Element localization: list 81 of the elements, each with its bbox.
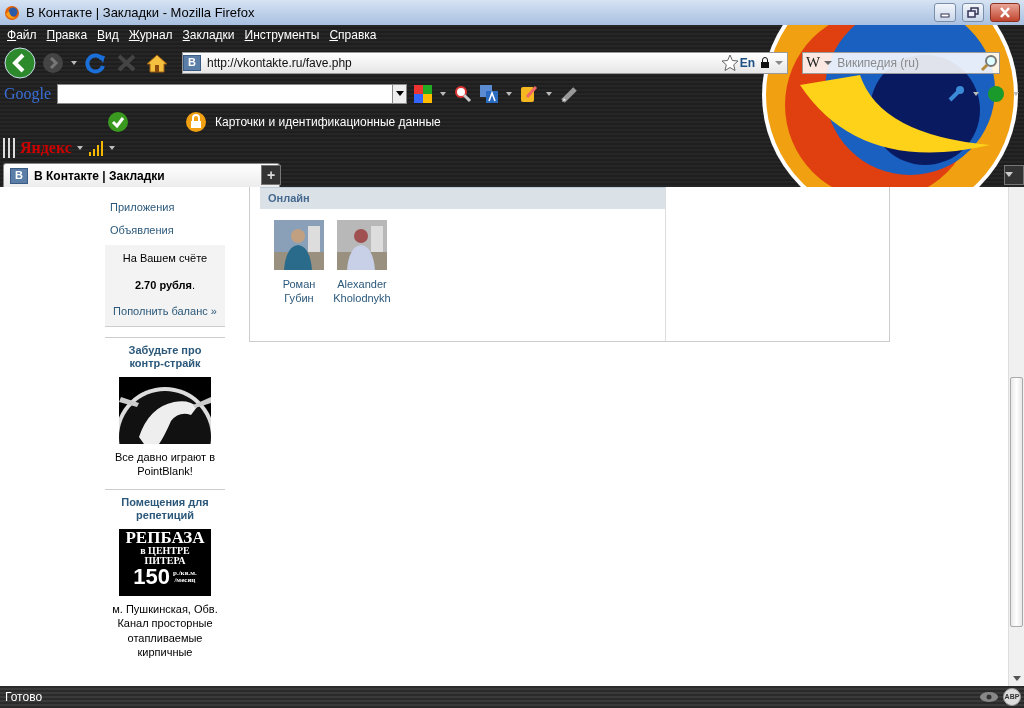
dropdown-caret-icon[interactable] bbox=[972, 90, 980, 98]
dropdown-caret-icon[interactable] bbox=[505, 90, 514, 98]
dropdown-button[interactable] bbox=[392, 85, 407, 103]
status-text: Готово bbox=[5, 689, 44, 706]
friend-last-name[interactable]: Kholodnykh bbox=[333, 290, 391, 306]
top-up-link[interactable]: Пополнить баланс » bbox=[105, 303, 225, 320]
friend-last-name[interactable]: Губин bbox=[282, 290, 316, 306]
caret-icon bbox=[1005, 172, 1013, 178]
scroll-down-icon[interactable] bbox=[1010, 673, 1024, 683]
dropdown-caret-icon[interactable] bbox=[439, 90, 448, 98]
search-bar[interactable]: W Википедия (ru) bbox=[802, 51, 1000, 74]
section-header: Онлайн bbox=[260, 187, 665, 209]
magnifier-icon[interactable] bbox=[453, 84, 474, 104]
dropdown-caret-icon[interactable] bbox=[1012, 90, 1020, 98]
banner-price: 150 bbox=[133, 566, 170, 589]
language-indicator[interactable]: En bbox=[739, 53, 759, 72]
restore-icon bbox=[967, 7, 979, 18]
toolbar-search-field[interactable] bbox=[57, 84, 408, 104]
menu-item[interactable]: Вид bbox=[92, 26, 124, 44]
google-logo: Google bbox=[4, 84, 52, 105]
search-field[interactable]: Википедия (ru) bbox=[833, 53, 979, 72]
menu-item[interactable]: Инструменты bbox=[239, 26, 325, 44]
ad-title[interactable]: Забудьте про контр-страйк bbox=[117, 343, 213, 371]
menu-item[interactable]: Закладки bbox=[177, 26, 240, 44]
check-icon[interactable] bbox=[107, 110, 129, 133]
friend-first-name[interactable]: Alexander bbox=[333, 276, 391, 291]
reload-icon[interactable] bbox=[84, 51, 108, 74]
caret-icon[interactable] bbox=[823, 58, 834, 67]
close-button[interactable] bbox=[990, 3, 1020, 22]
friend-first-name[interactable]: Роман bbox=[282, 276, 316, 291]
status-dot-icon bbox=[986, 84, 1006, 104]
close-icon bbox=[999, 7, 1011, 18]
ad-text: Все давно играют в PointBlank! bbox=[114, 450, 216, 479]
menu-item[interactable]: Справка bbox=[324, 26, 382, 44]
colored-squares-icon[interactable] bbox=[413, 84, 434, 104]
browser-logo-icon bbox=[4, 4, 20, 21]
history-dropdown-icon[interactable] bbox=[70, 58, 78, 67]
sidebar-link[interactable]: Приложения bbox=[105, 196, 225, 219]
new-tab-button[interactable]: + bbox=[261, 165, 281, 185]
balance-caption: На Вашем счёте bbox=[121, 251, 209, 266]
search-engine-icon[interactable]: W bbox=[803, 51, 824, 74]
restore-button[interactable] bbox=[962, 3, 984, 22]
ad-title[interactable]: Помещения для репетиций bbox=[117, 495, 213, 524]
menu-item[interactable]: Файл bbox=[2, 26, 42, 44]
window-title: В Контакте | Закладки - Mozilla Firefox bbox=[26, 3, 256, 22]
scrollbar-thumb[interactable] bbox=[1010, 377, 1023, 627]
forward-button[interactable] bbox=[42, 51, 64, 74]
menu-item[interactable]: Журнал bbox=[123, 26, 178, 44]
lock-icon bbox=[759, 56, 771, 69]
dropdown-caret-icon[interactable] bbox=[75, 143, 84, 152]
signal-bars-icon bbox=[87, 139, 104, 156]
back-button[interactable] bbox=[4, 46, 36, 79]
home-icon[interactable] bbox=[146, 52, 168, 73]
site-icon: В bbox=[10, 167, 28, 184]
ad-text: м. Пушкинская, Обв. Канал просторные отапливаемые кирпичные bbox=[111, 602, 219, 660]
tab-list-button[interactable] bbox=[1004, 165, 1024, 185]
minimize-button[interactable] bbox=[934, 3, 956, 22]
menu-item[interactable]: Правка bbox=[41, 26, 93, 44]
address-bar[interactable]: В http://vkontakte.ru/fave.php En bbox=[182, 51, 788, 74]
banner-text: ПИТЕРА bbox=[144, 556, 186, 567]
sidebar-link[interactable]: Объявления bbox=[105, 218, 225, 241]
pencil-icon[interactable] bbox=[559, 84, 580, 104]
url-text: http://vkontakte.ru/fave.php bbox=[206, 54, 353, 72]
dropdown-caret-icon[interactable] bbox=[107, 143, 116, 152]
banner-title: РЕПБАЗА bbox=[125, 529, 205, 547]
site-icon: В bbox=[183, 54, 201, 71]
dropdown-caret-icon[interactable] bbox=[545, 90, 554, 98]
banner-text: в ЦЕНТРЕ bbox=[140, 546, 190, 557]
wrench-icon[interactable] bbox=[946, 84, 966, 104]
padlock-icon[interactable] bbox=[185, 110, 207, 133]
eye-icon[interactable] bbox=[978, 690, 1000, 704]
note-pencil-icon[interactable] bbox=[519, 84, 540, 104]
password-toolbar-label[interactable]: Карточки и идентификационные данные bbox=[215, 112, 441, 131]
scrollbar[interactable] bbox=[1008, 187, 1024, 686]
toolbar-grip-icon bbox=[2, 136, 16, 159]
caret-icon bbox=[395, 91, 404, 97]
bookmark-star-icon[interactable] bbox=[719, 52, 740, 73]
tab-title: В Контакте | Закладки bbox=[34, 167, 165, 185]
translate-icon[interactable] bbox=[479, 84, 500, 104]
balance-amount: 2.70 рубля. bbox=[133, 277, 197, 293]
search-icon[interactable] bbox=[979, 52, 999, 73]
